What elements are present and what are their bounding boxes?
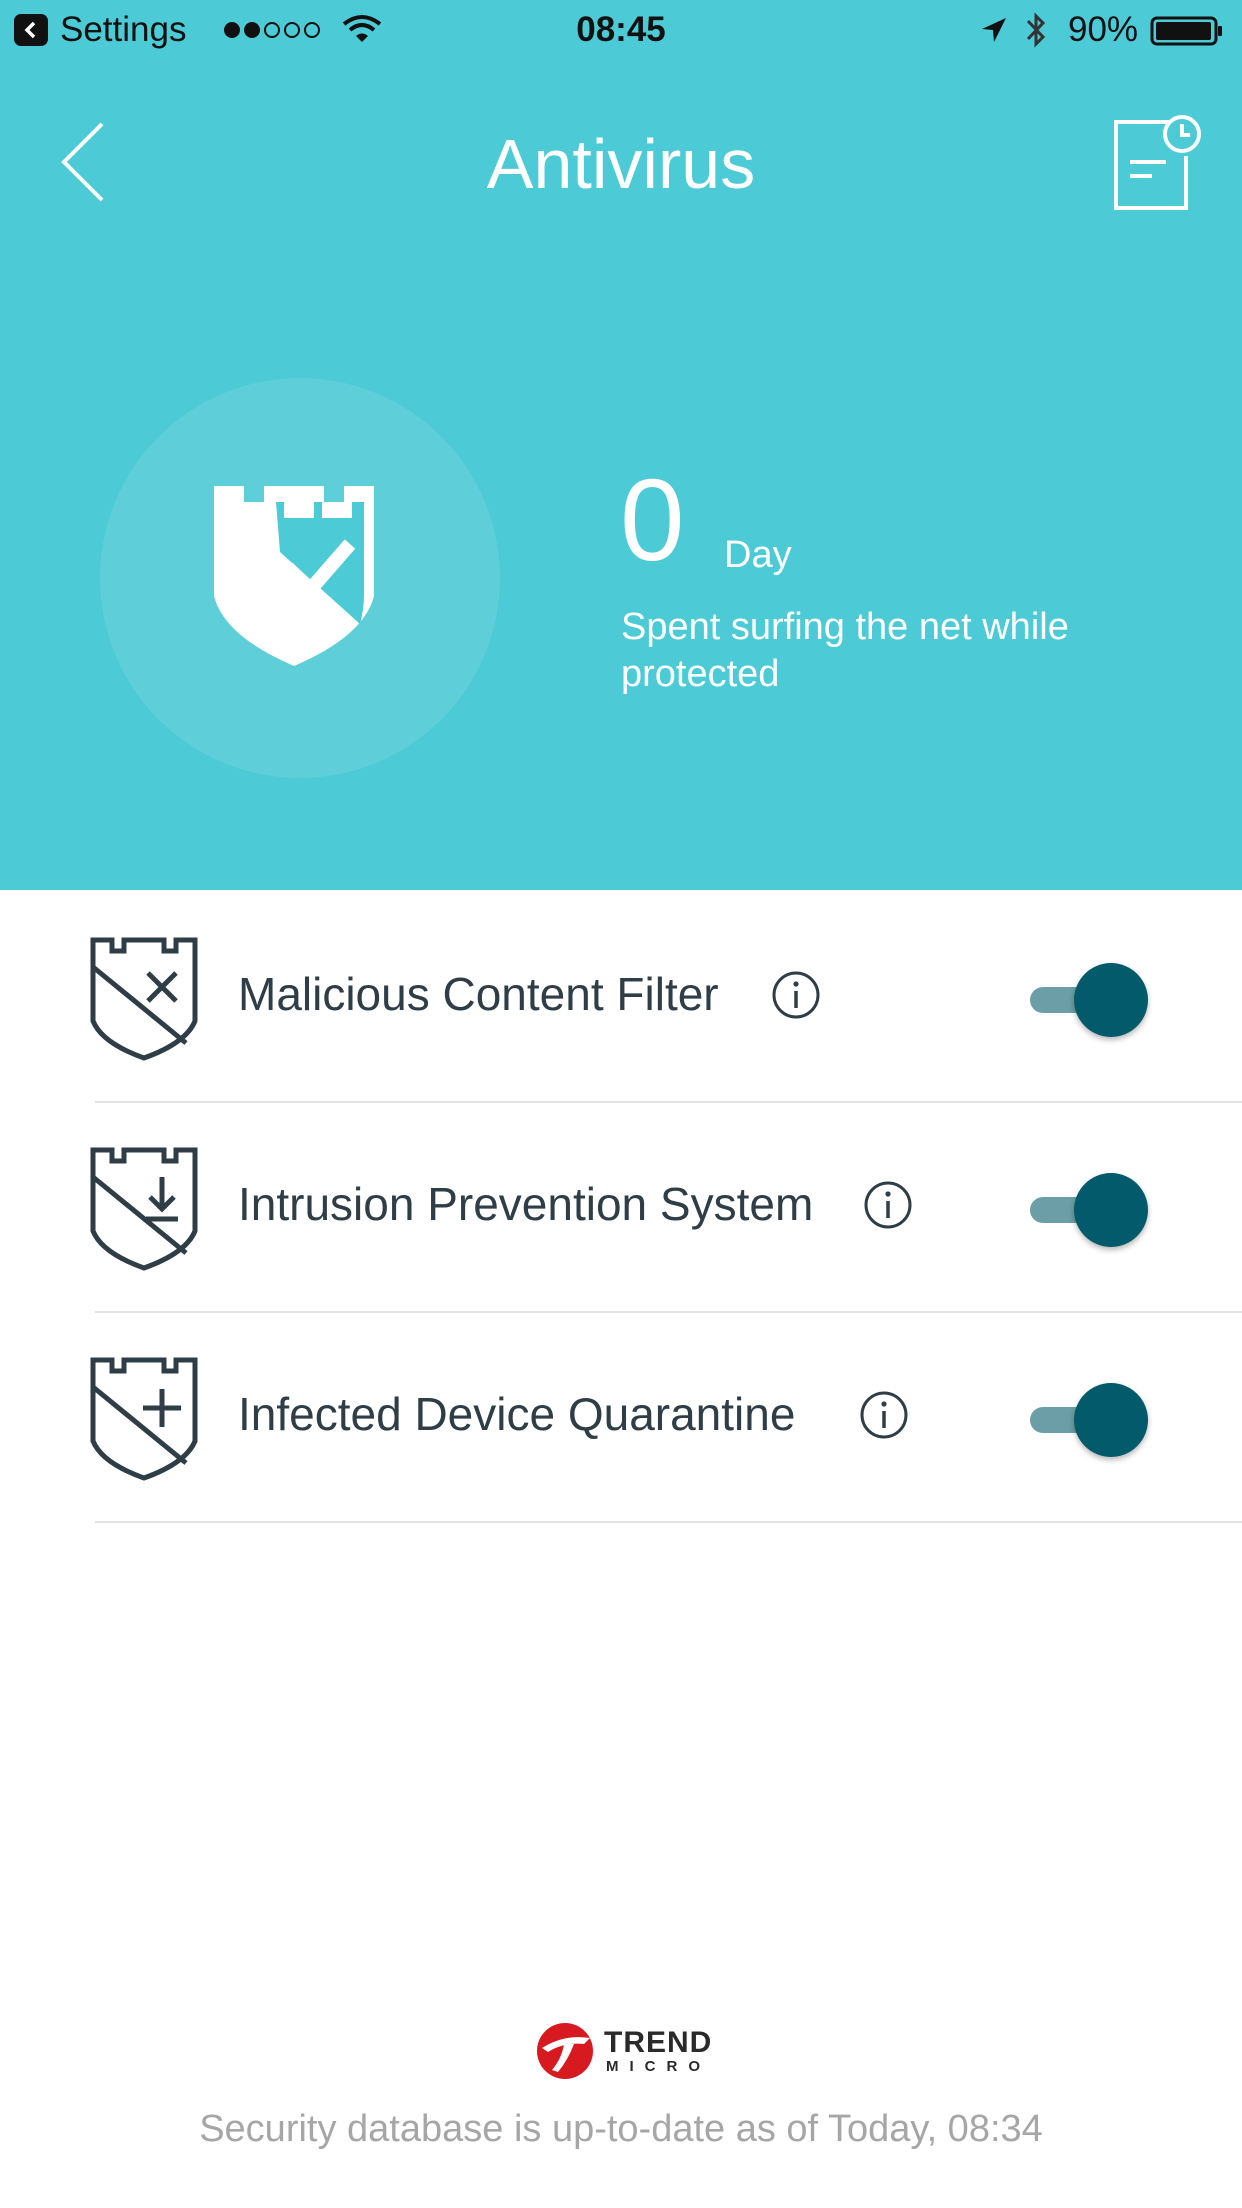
protection-badge <box>100 378 500 778</box>
shield-x-icon <box>90 937 198 1061</box>
clock: 08:45 <box>576 10 666 49</box>
shield-download-icon <box>90 1147 198 1271</box>
status-bar: Settings 08:45 90% <box>0 0 1242 60</box>
location-arrow-icon <box>982 18 1006 42</box>
battery-icon <box>1150 16 1222 46</box>
feature-row-intrusion-prevention-system: Intrusion Prevention System <box>0 1103 1242 1313</box>
info-icon[interactable] <box>860 1391 908 1439</box>
trend-micro-ball-icon <box>537 2023 593 2079</box>
info-icon[interactable] <box>864 1181 912 1229</box>
infected-device-quarantine-toggle[interactable] <box>1030 1383 1152 1457</box>
info-icon[interactable] <box>772 971 820 1019</box>
battery-percent: 90% <box>1068 10 1139 49</box>
report-history-icon[interactable] <box>1108 112 1204 212</box>
intrusion-prevention-toggle[interactable] <box>1030 1173 1152 1247</box>
feature-row-infected-device-quarantine: Infected Device Quarantine <box>0 1313 1242 1523</box>
shield-plus-icon <box>90 1357 198 1481</box>
toggle-knob <box>1074 1383 1148 1457</box>
feature-row-malicious-content-filter: Malicious Content Filter <box>0 893 1242 1103</box>
shield-check-icon <box>214 486 374 666</box>
database-status-text: Security database is up-to-date as of To… <box>199 2108 1043 2150</box>
row-divider <box>95 1521 1242 1523</box>
toggle-knob <box>1074 1173 1148 1247</box>
protected-days-unit: Day <box>724 534 792 576</box>
page-title: Antivirus <box>486 125 756 203</box>
feature-label: Malicious Content Filter <box>238 968 719 1020</box>
protected-days-description: Spent surfing the net while protected <box>621 606 1069 695</box>
protected-days-count: 0 <box>620 455 685 585</box>
malicious-content-filter-toggle[interactable] <box>1030 963 1152 1037</box>
brand-subname: MICRO <box>606 2058 711 2075</box>
feature-label: Infected Device Quarantine <box>238 1388 796 1440</box>
feature-label: Intrusion Prevention System <box>238 1178 814 1230</box>
header-panel: Settings 08:45 90% Antivirus 0 Day Spent… <box>0 0 1242 890</box>
trend-micro-logo: TREND MICRO <box>534 2016 718 2084</box>
brand-name: TREND <box>604 2026 713 2059</box>
toggle-knob <box>1074 963 1148 1037</box>
bluetooth-icon <box>1026 12 1046 48</box>
